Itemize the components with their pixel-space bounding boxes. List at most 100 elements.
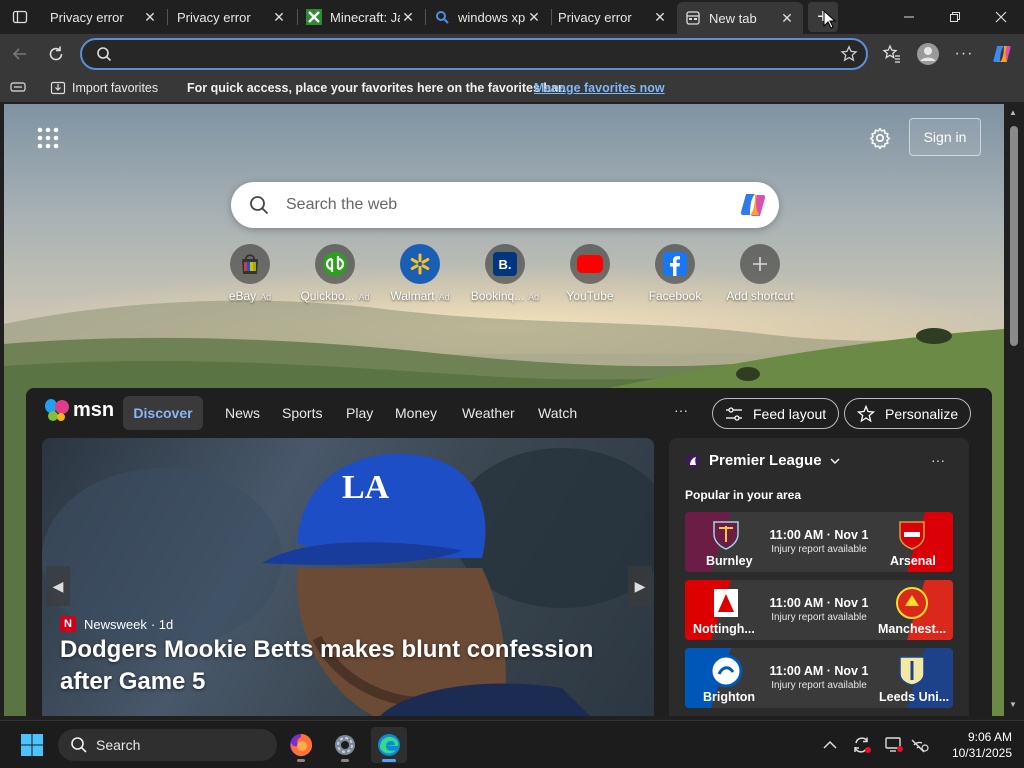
feed-layout-label: Feed layout	[753, 405, 827, 422]
shortcut-youtube[interactable]: YouTube	[548, 244, 632, 303]
manage-favorites-link[interactable]: Manage favorites now	[534, 81, 665, 95]
taskbar-settings[interactable]	[327, 727, 363, 763]
tab-actions-icon	[12, 10, 28, 24]
tab-title: windows xp	[458, 9, 526, 25]
nav-news[interactable]: News	[225, 405, 260, 421]
ebay-icon	[230, 244, 270, 284]
tab-privacy-error-3[interactable]: Privacy error ✕	[550, 4, 676, 30]
back-button[interactable]	[6, 40, 34, 68]
tab-actions-button[interactable]	[8, 6, 32, 28]
search-icon	[71, 737, 87, 753]
add-shortcut-button[interactable]: Add shortcut	[718, 244, 802, 303]
sync-alert-icon	[854, 737, 871, 753]
taskbar-edge[interactable]	[371, 727, 407, 763]
shortcut-walmart[interactable]: Walmart Ad	[378, 244, 462, 303]
story-source-name: Newsweek	[84, 616, 147, 632]
league-more-button[interactable]: ···	[931, 452, 945, 468]
story-headline[interactable]: Dodgers Mookie Betts makes blunt confess…	[60, 634, 640, 698]
tab-privacy-error-2[interactable]: Privacy error ✕	[169, 4, 295, 30]
personalize-button[interactable]: Personalize	[844, 398, 972, 429]
favorites-list-icon	[882, 44, 900, 63]
carousel-prev-button[interactable]: ◀	[46, 566, 70, 606]
league-selector[interactable]: Premier League	[685, 452, 840, 469]
address-input[interactable]	[120, 44, 820, 64]
nav-more-button[interactable]: ···	[674, 402, 688, 418]
page-scrollbar[interactable]: ▲ ▼	[1004, 104, 1024, 716]
clock-date: 10/31/2025	[951, 746, 1012, 760]
address-bar[interactable]	[80, 38, 868, 70]
gear-icon	[869, 127, 891, 149]
taskbar-search[interactable]: Search	[58, 729, 277, 761]
chevron-right-icon: ▶	[634, 577, 646, 594]
running-indicator	[297, 759, 305, 762]
close-window-button[interactable]	[978, 0, 1024, 34]
tab-privacy-error-1[interactable]: Privacy error ✕	[42, 4, 166, 30]
scroll-up-icon[interactable]: ▲	[1009, 108, 1017, 117]
copilot-button[interactable]	[988, 40, 1016, 68]
import-favorites-button[interactable]: Import favorites	[50, 80, 158, 96]
close-icon	[995, 11, 1007, 23]
restore-icon	[950, 12, 960, 22]
show-hidden-icons-button[interactable]	[818, 735, 842, 755]
refresh-button[interactable]	[42, 40, 70, 68]
svg-text:B.: B.	[499, 257, 512, 272]
plus-icon	[740, 244, 780, 284]
match-row[interactable]: 11:00 AM · Nov 1 Injury report available…	[685, 580, 953, 640]
tab-new-tab[interactable]: New tab ✕	[677, 2, 803, 34]
hero-story-card[interactable]: LA ◀ ▶ N Newsweek · 1d Dodgers Mookie Be…	[42, 438, 654, 716]
close-icon[interactable]: ✕	[400, 9, 416, 25]
carousel-next-button[interactable]: ▶	[628, 566, 652, 606]
close-icon[interactable]: ✕	[271, 9, 287, 25]
tab-windows-xp[interactable]: windows xp ✕	[426, 4, 550, 30]
back-arrow-icon	[12, 48, 26, 60]
apps-launcher-button[interactable]	[34, 124, 62, 152]
msn-butterfly-icon	[45, 399, 69, 421]
display-status-button[interactable]	[882, 735, 906, 755]
nav-sports[interactable]: Sports	[282, 405, 322, 421]
sync-status-button[interactable]	[850, 735, 874, 755]
settings-more-button[interactable]: ···	[950, 40, 978, 68]
close-icon[interactable]: ✕	[779, 10, 795, 26]
minimize-button[interactable]	[886, 0, 932, 34]
taskbar-clock[interactable]: 9:06 AM 10/31/2025	[942, 729, 1012, 761]
youtube-icon	[570, 244, 610, 284]
msn-logo[interactable]: msn	[44, 398, 114, 422]
sign-in-button[interactable]: Sign in	[909, 118, 981, 156]
close-icon[interactable]: ✕	[142, 9, 158, 25]
restore-button[interactable]	[932, 0, 978, 34]
nav-watch[interactable]: Watch	[538, 405, 577, 421]
match-time: 11:00 AM · Nov 1	[769, 528, 869, 542]
match-row[interactable]: 11:00 AM · Nov 1 Injury report available…	[685, 512, 953, 572]
reading-view-button[interactable]	[10, 80, 26, 94]
tab-title: Privacy error	[558, 9, 632, 25]
shortcut-ebay[interactable]: eBay Ad	[208, 244, 292, 303]
close-icon[interactable]: ✕	[652, 9, 668, 25]
away-team: Arsenal	[890, 554, 936, 568]
start-button[interactable]	[14, 727, 50, 763]
web-search-box[interactable]: Search the web	[231, 182, 779, 228]
match-time: 11:00 AM · Nov 1	[769, 664, 869, 678]
taskbar-firefox[interactable]	[283, 727, 319, 763]
shortcut-booking[interactable]: B. Bookinq... Ad	[463, 244, 547, 303]
nav-discover[interactable]: Discover	[123, 396, 203, 430]
nav-play[interactable]: Play	[346, 405, 373, 421]
profile-avatar-icon	[917, 43, 939, 65]
favorite-star-icon[interactable]	[840, 45, 858, 63]
network-offline-icon	[911, 739, 929, 753]
nav-weather[interactable]: Weather	[462, 405, 515, 421]
nav-money[interactable]: Money	[395, 405, 437, 421]
page-settings-button[interactable]	[866, 124, 894, 152]
match-row[interactable]: 11:00 AM · Nov 1 Injury report available…	[685, 648, 953, 708]
shortcut-label: eBay	[228, 289, 257, 303]
scroll-down-icon[interactable]: ▼	[1009, 700, 1017, 709]
network-volume-button[interactable]	[908, 735, 932, 755]
scrollbar-thumb[interactable]	[1010, 126, 1018, 346]
favorites-button[interactable]	[878, 40, 906, 68]
close-icon[interactable]: ✕	[526, 9, 542, 25]
shortcut-quickbooks[interactable]: Quickbo... Ad	[293, 244, 377, 303]
profile-button[interactable]	[914, 40, 942, 68]
copilot-icon[interactable]	[738, 191, 768, 219]
feed-layout-button[interactable]: Feed layout	[712, 398, 840, 429]
shortcut-facebook[interactable]: Facebook	[633, 244, 717, 303]
tab-minecraft[interactable]: Minecraft: Ja ✕	[298, 4, 424, 30]
